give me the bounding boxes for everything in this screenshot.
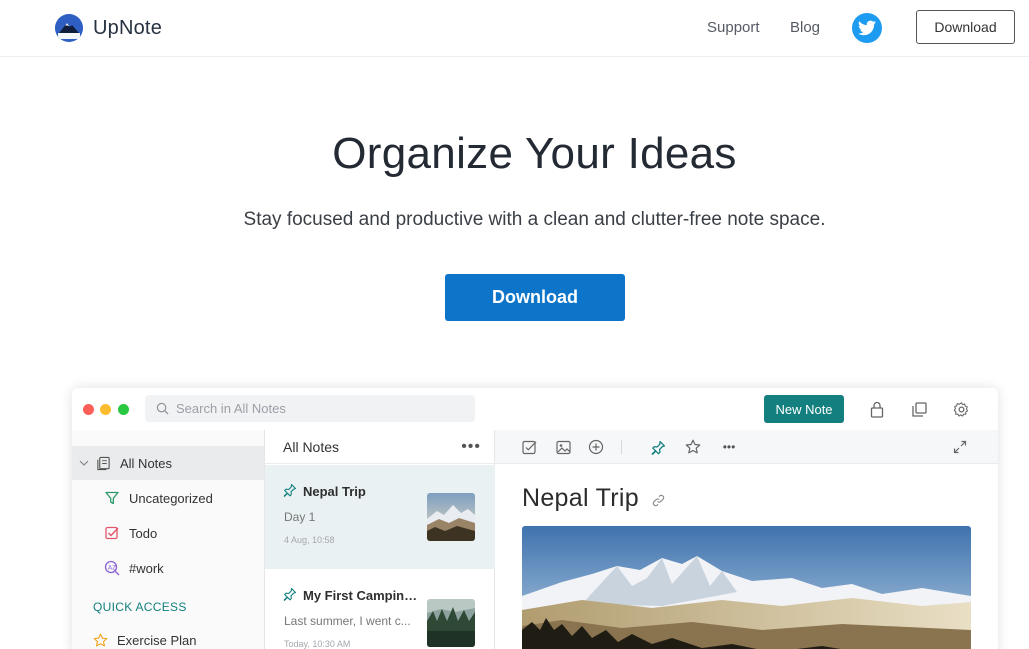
image-icon[interactable] xyxy=(554,438,572,456)
sidebar-item-label: Todo xyxy=(129,525,158,541)
note-list-title: All Notes xyxy=(283,438,340,455)
note-thumbnail xyxy=(427,599,475,647)
hero-subtitle: Stay focused and productive with a clean… xyxy=(243,209,826,230)
top-nav: UpNote Support Blog Download xyxy=(0,0,1029,57)
star-icon[interactable] xyxy=(684,438,702,456)
pin-icon xyxy=(283,587,297,601)
sidebar-item-label: #work xyxy=(129,560,164,576)
svg-text:AZ: AZ xyxy=(108,565,116,572)
upnote-logo-icon xyxy=(55,14,83,42)
note-date: 4 Aug, 10:58 xyxy=(284,535,335,545)
add-circle-icon[interactable] xyxy=(587,438,605,456)
settings-gear-icon[interactable] xyxy=(951,399,971,419)
duplicate-window-icon[interactable] xyxy=(909,399,929,419)
quick-item-exercise-plan[interactable]: Exercise Plan xyxy=(72,623,264,649)
app-sidebar: All Notes Uncategorized Todo AZ #work QU… xyxy=(72,430,265,649)
star-icon xyxy=(91,631,109,649)
expand-icon[interactable] xyxy=(951,438,969,456)
note-list-header: All Notes ••• xyxy=(265,430,495,464)
sidebar-item-all-notes[interactable]: All Notes xyxy=(72,446,264,480)
sidebar-item-label: All Notes xyxy=(120,455,173,471)
brand-logo[interactable]: UpNote xyxy=(55,14,162,42)
note-date: Today, 10:30 AM xyxy=(284,639,351,649)
app-titlebar: Search in All Notes New Note xyxy=(72,388,998,430)
nav-link-support[interactable]: Support xyxy=(707,19,760,36)
search-input[interactable]: Search in All Notes xyxy=(145,395,475,422)
sidebar-item-work[interactable]: AZ #work xyxy=(72,551,264,585)
note-snippet: Last summer, I went c... xyxy=(284,614,411,628)
tag-search-icon: AZ xyxy=(103,559,121,577)
note-title-text: Nepal Trip xyxy=(522,484,639,512)
note-image xyxy=(522,526,971,649)
lock-icon[interactable] xyxy=(867,399,887,419)
toolbar-divider xyxy=(621,440,622,454)
sidebar-item-uncategorized[interactable]: Uncategorized xyxy=(72,481,264,515)
notes-icon xyxy=(94,454,112,472)
nav-link-blog[interactable]: Blog xyxy=(790,19,820,36)
app-screenshot: Search in All Notes New Note All Notes U… xyxy=(72,388,998,649)
note-list-item[interactable]: Nepal Trip Day 1 4 Aug, 10:58 xyxy=(265,465,495,569)
note-list: All Notes ••• Nepal Trip Day 1 4 Aug, 10… xyxy=(265,430,495,649)
minimize-dot-icon[interactable] xyxy=(100,404,111,415)
more-options-icon[interactable]: ••• xyxy=(720,438,738,456)
note-snippet: Day 1 xyxy=(284,510,316,524)
note-thumbnail xyxy=(427,493,475,541)
note-title: Nepal Trip xyxy=(303,484,366,499)
hero-title: Organize Your Ideas xyxy=(332,129,737,178)
filter-icon xyxy=(103,489,121,507)
hero-download-button[interactable]: Download xyxy=(445,274,625,321)
brand-name: UpNote xyxy=(93,16,163,39)
note-editor: ••• Nepal Trip xyxy=(495,430,998,649)
link-icon[interactable] xyxy=(652,494,665,507)
more-options-icon[interactable]: ••• xyxy=(461,438,481,456)
sidebar-item-label: Exercise Plan xyxy=(117,632,197,648)
quick-access-heading: QUICK ACCESS xyxy=(93,600,187,614)
pin-icon xyxy=(283,483,297,497)
pin-icon[interactable] xyxy=(649,438,667,456)
chevron-down-icon[interactable] xyxy=(79,458,89,468)
note-list-item[interactable]: My First Camping... Last summer, I went … xyxy=(265,569,495,649)
maximize-dot-icon[interactable] xyxy=(118,404,129,415)
editor-toolbar: ••• xyxy=(495,430,998,464)
note-editor-title: Nepal Trip xyxy=(522,484,665,513)
new-note-button[interactable]: New Note xyxy=(764,395,844,423)
checklist-icon[interactable] xyxy=(520,438,538,456)
nav-download-button[interactable]: Download xyxy=(916,10,1015,44)
search-placeholder: Search in All Notes xyxy=(176,401,286,416)
close-dot-icon[interactable] xyxy=(83,404,94,415)
note-title: My First Camping... xyxy=(303,588,419,603)
sidebar-item-todo[interactable]: Todo xyxy=(72,516,264,550)
search-icon xyxy=(156,402,169,415)
twitter-icon[interactable] xyxy=(852,13,882,43)
checkbox-icon xyxy=(103,524,121,542)
sidebar-item-label: Uncategorized xyxy=(129,490,213,506)
